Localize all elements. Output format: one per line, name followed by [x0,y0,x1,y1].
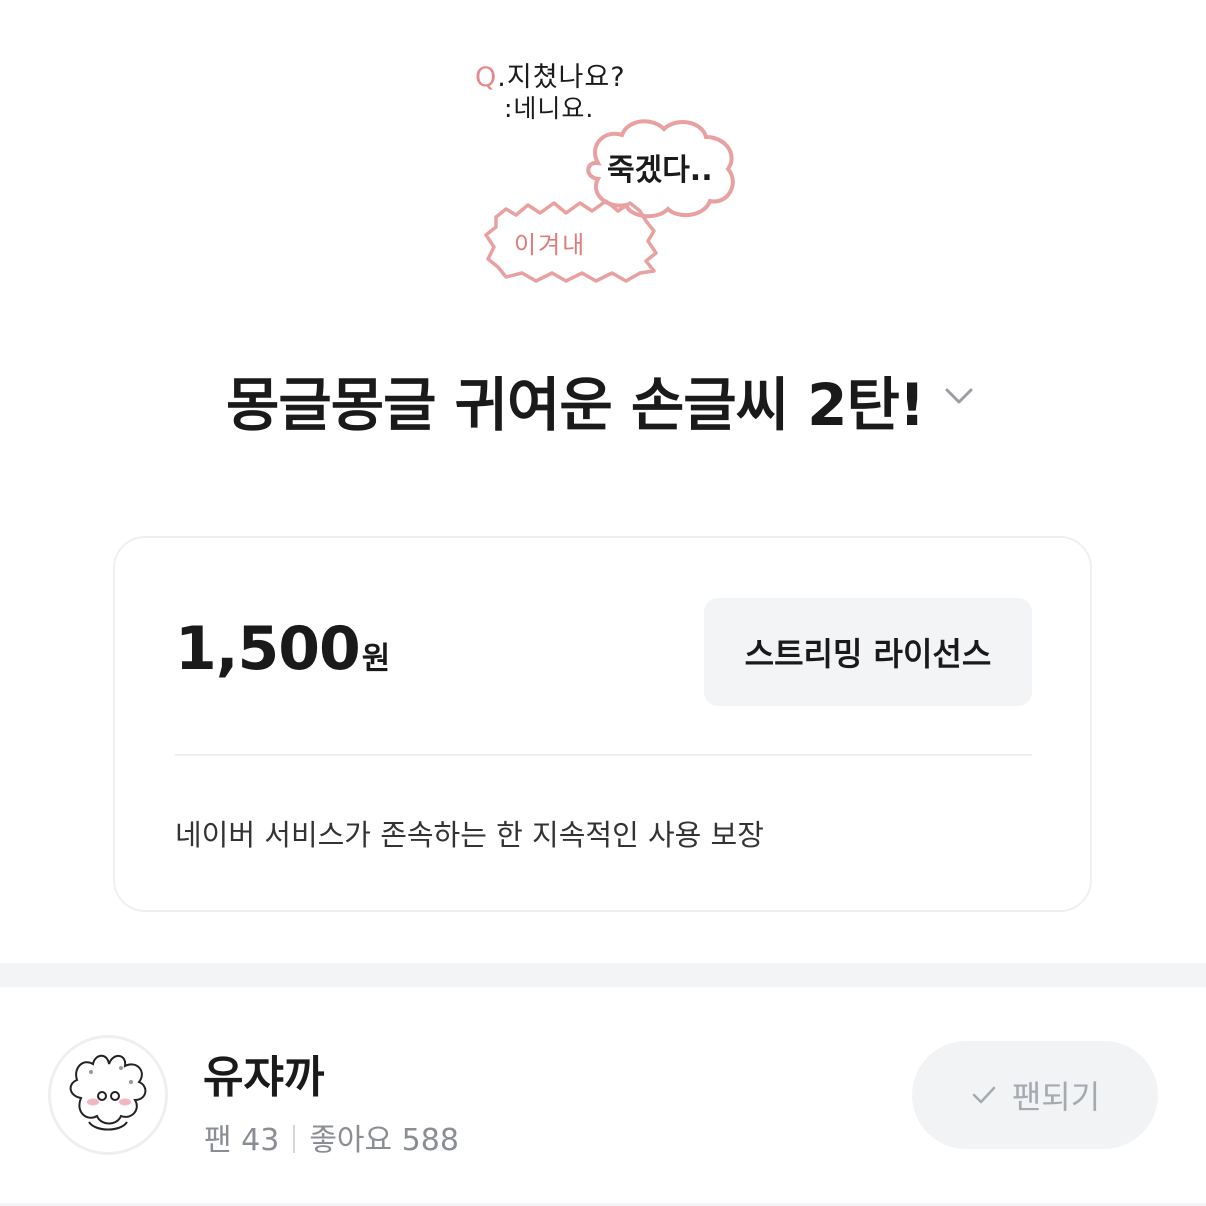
price-amount: 1,500 [175,614,361,684]
like-count: 좋아요 588 [309,1123,459,1158]
price-card: 1,500원 스트리밍 라이선스 네이버 서비스가 존속하는 한 지속적인 사용… [113,536,1092,912]
sticker-q-mark: Q [475,62,498,93]
creator-stats: 팬 43 좋아요 588 [204,1115,459,1159]
check-icon [972,1086,996,1104]
sticker-bubble-text: 죽겠다.. [607,153,713,188]
price: 1,500원 [175,614,390,684]
sticker-burst-text: 이겨내 [514,231,587,259]
chevron-down-icon[interactable] [942,380,976,410]
become-fan-button[interactable]: 팬되기 [912,1041,1158,1149]
license-note: 네이버 서비스가 존속하는 한 지속적인 사용 보장 [175,818,764,852]
avatar[interactable] [48,1035,168,1155]
creator-row: 유쟈까 팬 43 좋아요 588 팬되기 [0,987,1206,1206]
avatar-character-icon [69,1054,147,1131]
become-fan-label: 팬되기 [1011,1078,1101,1116]
title-row[interactable]: 몽글몽글 귀여운 손글씨 2탄! [0,350,1206,450]
creator-name[interactable]: 유쟈까 [203,1041,324,1105]
stats-separator [293,1125,296,1153]
section-divider [0,963,1206,987]
streaming-license-button[interactable]: 스트리밍 라이선스 [704,598,1032,706]
page-title: 몽글몽글 귀여운 손글씨 2탄! [226,371,925,439]
fan-count: 팬 43 [204,1123,280,1158]
divider [175,754,1032,756]
price-unit: 원 [361,641,391,677]
sticker-answer: :네니요. [504,94,595,123]
sticker-preview: Q.지쳤나요? :네니요. 죽겠다.. 이겨내 [470,45,750,290]
